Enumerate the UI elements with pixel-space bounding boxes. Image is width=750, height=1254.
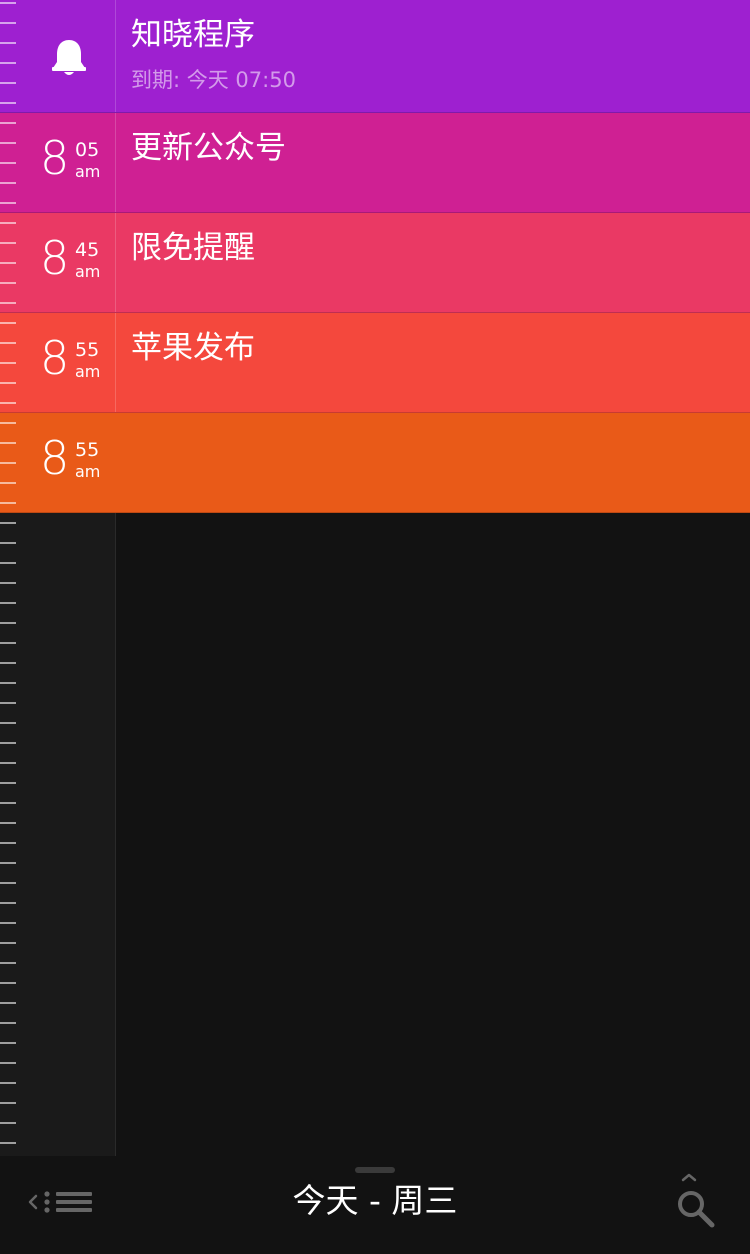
time-cell	[0, 0, 115, 112]
bell-icon	[52, 40, 86, 75]
task-ampm: am	[75, 162, 101, 181]
task-minute: 55	[75, 339, 100, 361]
time-cell: 8 05 am	[0, 113, 115, 212]
row-separator	[115, 0, 116, 112]
time-cell: 8 55 am	[0, 413, 115, 512]
task-title: 更新公众号	[131, 130, 286, 166]
task-minute: 55	[75, 439, 100, 461]
row-separator	[115, 213, 116, 312]
task-hour: 8	[40, 431, 70, 485]
task-ampm: am	[75, 262, 101, 281]
task-hour: 8	[40, 331, 70, 385]
time-cell: 8 55 am	[0, 313, 115, 412]
task-row[interactable]: 8 55 am 苹果发布	[0, 313, 750, 413]
task-ampm: am	[75, 362, 101, 381]
task-title: 苹果发布	[131, 330, 255, 366]
task-title: 限免提醒	[131, 230, 255, 266]
day-title[interactable]: 今天 - 周三	[0, 1184, 750, 1217]
row-separator	[115, 113, 116, 212]
task-due-date: 到期: 今天 07:50	[131, 68, 296, 92]
task-row[interactable]: 知晓程序 到期: 今天 07:50	[0, 0, 750, 113]
search-icon[interactable]	[674, 1172, 720, 1228]
task-title: 知晓程序	[131, 17, 255, 53]
task-minute: 45	[75, 239, 100, 261]
task-hour: 8	[40, 131, 70, 185]
task-row[interactable]: 8 45 am 限免提醒	[0, 213, 750, 313]
row-separator	[115, 313, 116, 412]
task-minute: 05	[75, 139, 100, 161]
task-row-empty[interactable]: 8 55 am	[0, 413, 750, 513]
task-ampm: am	[75, 462, 101, 481]
task-row[interactable]: 8 05 am 更新公众号	[0, 113, 750, 213]
time-cell: 8 45 am	[0, 213, 115, 312]
task-list: 知晓程序 到期: 今天 07:50 8 05 am 更新公众号 8 45 am …	[0, 0, 750, 513]
task-hour: 8	[40, 231, 70, 285]
bottom-bar: 今天 - 周三	[0, 1156, 750, 1254]
drag-handle[interactable]	[355, 1167, 395, 1173]
